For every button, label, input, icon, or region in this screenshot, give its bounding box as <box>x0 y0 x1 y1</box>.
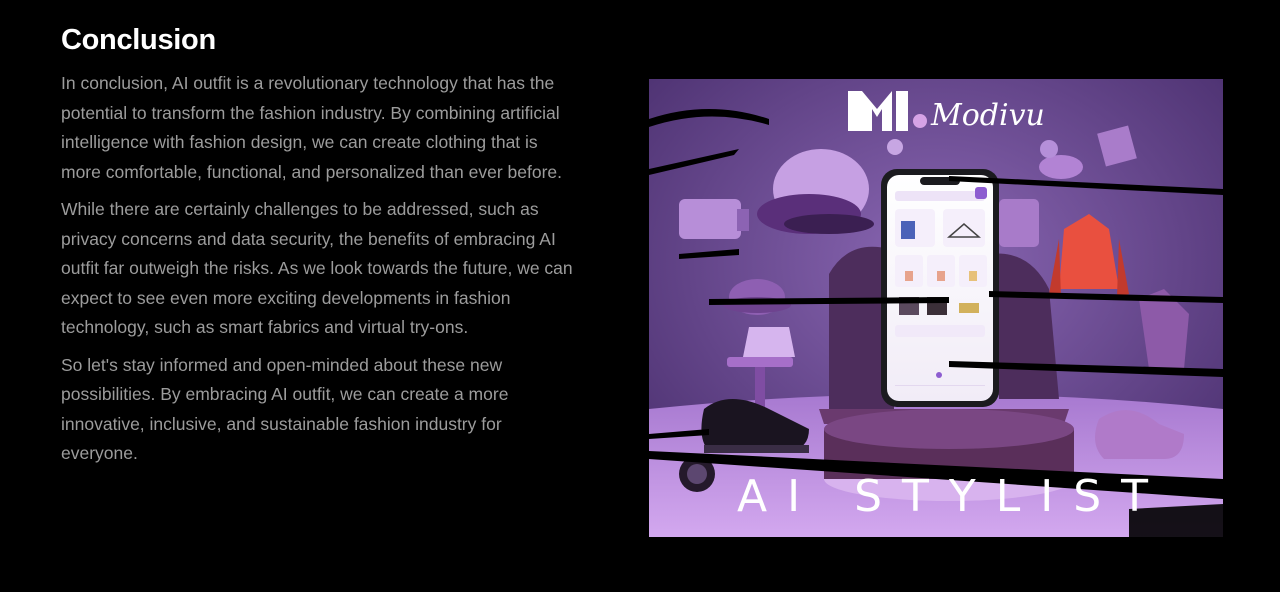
logo-dot-icon <box>913 114 927 128</box>
bag-icon <box>999 199 1039 247</box>
paragraph-intro: In conclusion, AI outfit is a revolution… <box>61 73 562 182</box>
logo-brand-text: Modivu <box>930 98 1045 133</box>
camera-icon <box>679 199 749 239</box>
ai-stylist-promo-image: Modivu AI STYLIST <box>649 79 1223 537</box>
section-heading: Conclusion <box>61 24 216 56</box>
ai-stylist-banner: AI STYLIST <box>737 471 1168 522</box>
paragraph-closing: So let's stay informed and open-minded a… <box>61 354 509 464</box>
conclusion-section: Conclusion In conclusion, AI outfit is a… <box>61 24 601 477</box>
paragraph-challenges: While there are certainly challenges to … <box>61 199 573 337</box>
hat-small-icon <box>1039 155 1083 179</box>
smartphone-mockup <box>881 169 999 407</box>
